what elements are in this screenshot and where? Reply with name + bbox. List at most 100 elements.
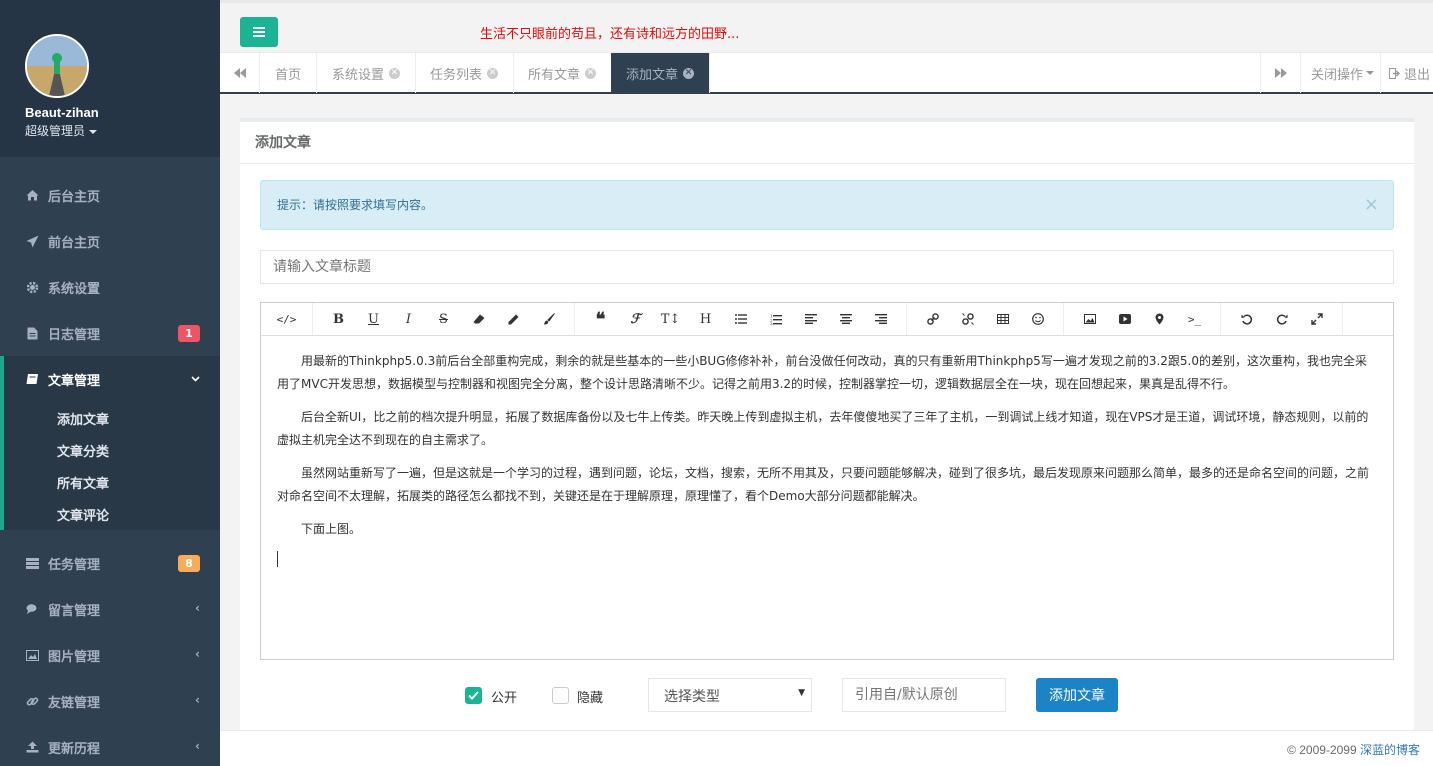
sidebar-item-tasks[interactable]: 任务管理 8 (0, 540, 220, 586)
sidebar-item-links[interactable]: 友链管理 ‹ (0, 678, 220, 724)
sidebar-item-label: 任务管理 (48, 557, 101, 573)
hidden-checkbox[interactable] (552, 687, 569, 704)
footer-copyright: © 2009-2099 (1287, 743, 1360, 757)
tab-scroll-right-button[interactable] (1260, 53, 1300, 93)
unlink-icon[interactable] (950, 303, 985, 335)
notification-badge: 8 (178, 555, 200, 572)
tab-system-settings[interactable]: 系统设置 ✕ (317, 53, 417, 93)
sidebar-item-history[interactable]: 更新历程 ‹ (0, 724, 220, 766)
fullscreen-icon[interactable] (1299, 303, 1334, 335)
undo-icon[interactable] (1229, 303, 1264, 335)
sidebar-item-label: 后台主页 (48, 189, 101, 205)
italic-icon[interactable]: I (391, 303, 426, 335)
header-slogan: 生活不只眼前的苟且，还有诗和远方的田野... (480, 27, 740, 42)
toolbar-group (1221, 303, 1343, 335)
sidebar-item-admin-home[interactable]: 后台主页 (0, 172, 220, 218)
profile: Beaut-zihan 超级管理员 (0, 0, 220, 157)
home-icon (25, 188, 39, 202)
article-options-row: 公开 隐藏 选择类型 ▼ 添加文章 (240, 678, 1414, 712)
tab-scroll-left-button[interactable] (220, 53, 260, 93)
brush-icon[interactable] (531, 303, 566, 335)
rich-text-editor[interactable]: </> B U I S ❝ ℱ T↕ H 123 >_ 用最新的Thinkphp… (260, 302, 1394, 660)
sidebar-item-images[interactable]: 图片管理 ‹ (0, 632, 220, 678)
hidden-label[interactable]: 隐藏 (577, 687, 603, 706)
text-height-icon[interactable]: T↕ (653, 303, 688, 335)
upload-icon (25, 740, 39, 754)
strikethrough-icon[interactable]: S (426, 303, 461, 335)
menu-toggle-button[interactable] (240, 17, 278, 47)
user-role-dropdown[interactable]: 超级管理员 (25, 122, 220, 139)
sidebar-item-logs[interactable]: 日志管理 1 (0, 310, 220, 356)
logout-button[interactable]: 退出 (1380, 53, 1433, 93)
sidebar-subitem-add-article[interactable]: 添加文章 (4, 402, 220, 434)
close-operations-label: 关闭操作 (1311, 67, 1364, 83)
alert-text: 提示：请按照要求填写内容。 (277, 198, 434, 212)
picture-icon[interactable] (1072, 303, 1107, 335)
backward-icon (233, 68, 246, 78)
video-icon[interactable] (1107, 303, 1142, 335)
logout-label: 退出 (1404, 67, 1431, 83)
panel-title: 添加文章 (240, 122, 1414, 164)
close-operations-dropdown[interactable]: 关闭操作 (1300, 53, 1380, 93)
align-center-icon[interactable] (828, 303, 863, 335)
toolbar-group: B U I S (313, 303, 575, 335)
tab-task-list[interactable]: 任务列表 ✕ (415, 53, 515, 93)
header-icon[interactable]: H (688, 303, 723, 335)
emoji-icon[interactable] (1020, 303, 1055, 335)
underline-icon[interactable]: U (356, 303, 391, 335)
pencil-icon[interactable] (496, 303, 531, 335)
code-icon[interactable]: >_ (1177, 303, 1212, 335)
sidebar-subitem-article-category[interactable]: 文章分类 (4, 434, 220, 466)
public-checkbox[interactable] (465, 687, 482, 704)
avatar[interactable] (25, 34, 89, 98)
sidebar-nav: 后台主页 前台主页 系统设置 日志管理 1 文章管理 添加文章 文章分类 所有文… (0, 172, 220, 766)
sidebar-item-settings[interactable]: 系统设置 (0, 264, 220, 310)
eraser-icon[interactable] (461, 303, 496, 335)
chevron-left-icon: ‹ (195, 693, 200, 707)
close-icon[interactable]: × (1364, 194, 1379, 215)
editor-content[interactable]: 用最新的Thinkphp5.0.3前后台全部重构完成，剩余的就是些基本的一些小B… (261, 336, 1393, 567)
dropdown-arrow-icon: ▼ (798, 688, 805, 698)
redo-icon[interactable] (1264, 303, 1299, 335)
table-icon[interactable] (985, 303, 1020, 335)
tabs-bar: 首页 系统设置 ✕ 任务列表 ✕ 所有文章 ✕ 添加文章 ✕ 关闭操作 退出 (220, 52, 1433, 94)
comments-icon (25, 602, 39, 616)
sidebar-item-articles[interactable]: 文章管理 (4, 356, 220, 402)
close-icon[interactable]: ✕ (487, 67, 499, 79)
public-label[interactable]: 公开 (491, 687, 517, 706)
link-icon[interactable] (915, 303, 950, 335)
sidebar-subitem-all-articles[interactable]: 所有文章 (4, 466, 220, 498)
font-icon[interactable]: ℱ (618, 303, 653, 335)
sidebar-item-label: 日志管理 (48, 327, 101, 343)
editor-paragraph: 后台全新UI，比之前的档次提升明显，拓展了数据库备份以及七牛上传类。昨天晚上传到… (277, 410, 1369, 447)
add-article-button[interactable]: 添加文章 (1036, 678, 1118, 712)
quote-icon[interactable]: ❝ (583, 303, 618, 335)
sidebar-subitem-article-comments[interactable]: 文章评论 (4, 498, 220, 530)
tab-home[interactable]: 首页 (260, 53, 318, 93)
file-icon (25, 326, 39, 340)
caret-down-icon (1366, 71, 1375, 75)
close-icon[interactable]: ✕ (389, 67, 401, 79)
link-icon (25, 694, 39, 708)
bold-icon[interactable]: B (321, 303, 356, 335)
align-right-icon[interactable] (863, 303, 898, 335)
tab-add-article[interactable]: 添加文章 ✕ (611, 53, 711, 93)
footer-blog-link[interactable]: 深蓝的博客 (1360, 743, 1420, 757)
article-origin-input[interactable] (842, 678, 1006, 712)
sidebar-item-label: 图片管理 (48, 649, 101, 665)
code-view-icon[interactable]: </> (269, 303, 304, 335)
sidebar-item-front-home[interactable]: 前台主页 (0, 218, 220, 264)
article-type-select[interactable]: 选择类型 ▼ (648, 678, 812, 712)
tab-all-articles[interactable]: 所有文章 ✕ (513, 53, 613, 93)
sidebar-item-label: 系统设置 (48, 281, 101, 297)
article-title-input[interactable] (260, 250, 1394, 284)
close-icon[interactable]: ✕ (585, 67, 597, 79)
align-left-icon[interactable] (793, 303, 828, 335)
forward-icon (1274, 68, 1287, 78)
list-ul-icon[interactable] (723, 303, 758, 335)
location-icon[interactable] (1142, 303, 1177, 335)
close-icon[interactable]: ✕ (683, 67, 695, 79)
sidebar-item-messages[interactable]: 留言管理 ‹ (0, 586, 220, 632)
list-ol-icon[interactable]: 123 (758, 303, 793, 335)
user-name[interactable]: Beaut-zihan (25, 105, 220, 120)
